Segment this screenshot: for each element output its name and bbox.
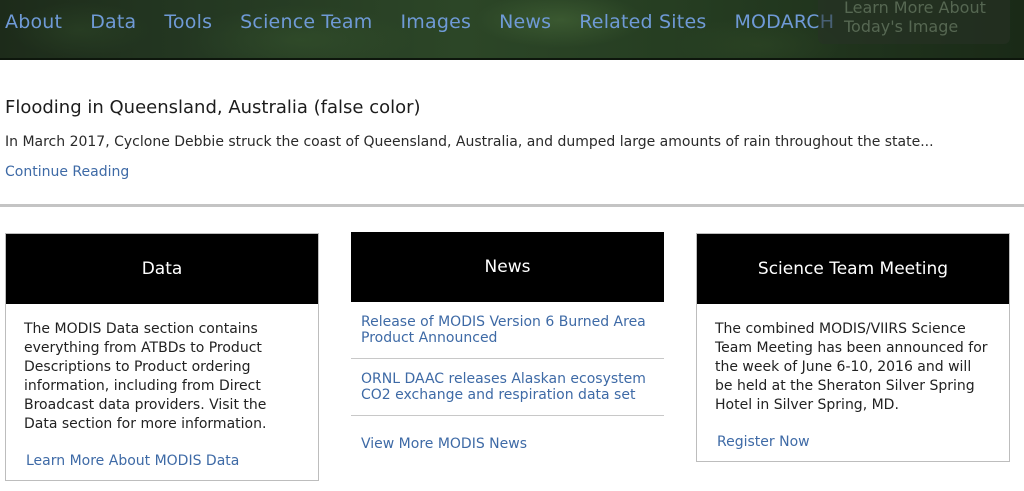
news-card-title: News — [351, 232, 664, 302]
data-card-body: The MODIS Data section contains everythi… — [24, 321, 267, 432]
view-more-news-link[interactable]: View More MODIS News — [361, 436, 654, 452]
nav-item-images[interactable]: Images — [400, 11, 471, 33]
learn-more-today-image-button[interactable]: Learn More About Today's Image — [818, 0, 1010, 44]
nav-item-tools[interactable]: Tools — [164, 11, 212, 33]
nav-item-news[interactable]: News — [499, 11, 551, 33]
nav-item-related-sites[interactable]: Related Sites — [579, 11, 706, 33]
news-card: News Release of MODIS Version 6 Burned A… — [351, 232, 664, 452]
register-now-link[interactable]: Register Now — [717, 434, 810, 450]
news-more-container: View More MODIS News — [351, 416, 664, 452]
science-team-card-body: The combined MODIS/VIIRS Science Team Me… — [715, 321, 988, 413]
news-item[interactable]: Release of MODIS Version 6 Burned Area P… — [351, 302, 664, 359]
nav-item-about[interactable]: About — [5, 11, 62, 33]
feature-title: Flooding in Queensland, Australia (false… — [5, 97, 421, 118]
nav-item-science-team[interactable]: Science Team — [240, 11, 372, 33]
learn-more-modis-data-link[interactable]: Learn More About MODIS Data — [26, 453, 239, 469]
data-card: Data The MODIS Data section contains eve… — [5, 233, 319, 481]
feature-description: In March 2017, Cyclone Debbie struck the… — [5, 134, 934, 150]
top-nav-bar: About Data Tools Science Team Images New… — [0, 0, 1024, 60]
continue-reading-link[interactable]: Continue Reading — [5, 164, 129, 180]
news-list: Release of MODIS Version 6 Burned Area P… — [351, 302, 664, 416]
news-item[interactable]: ORNL DAAC releases Alaskan ecosystem CO2… — [351, 359, 664, 416]
section-divider — [0, 204, 1024, 207]
science-team-card-title: Science Team Meeting — [697, 234, 1009, 304]
nav-menu: About Data Tools Science Team Images New… — [5, 11, 834, 33]
nav-item-data[interactable]: Data — [90, 11, 136, 33]
data-card-title: Data — [6, 234, 318, 304]
science-team-meeting-card: Science Team Meeting The combined MODIS/… — [696, 233, 1010, 462]
